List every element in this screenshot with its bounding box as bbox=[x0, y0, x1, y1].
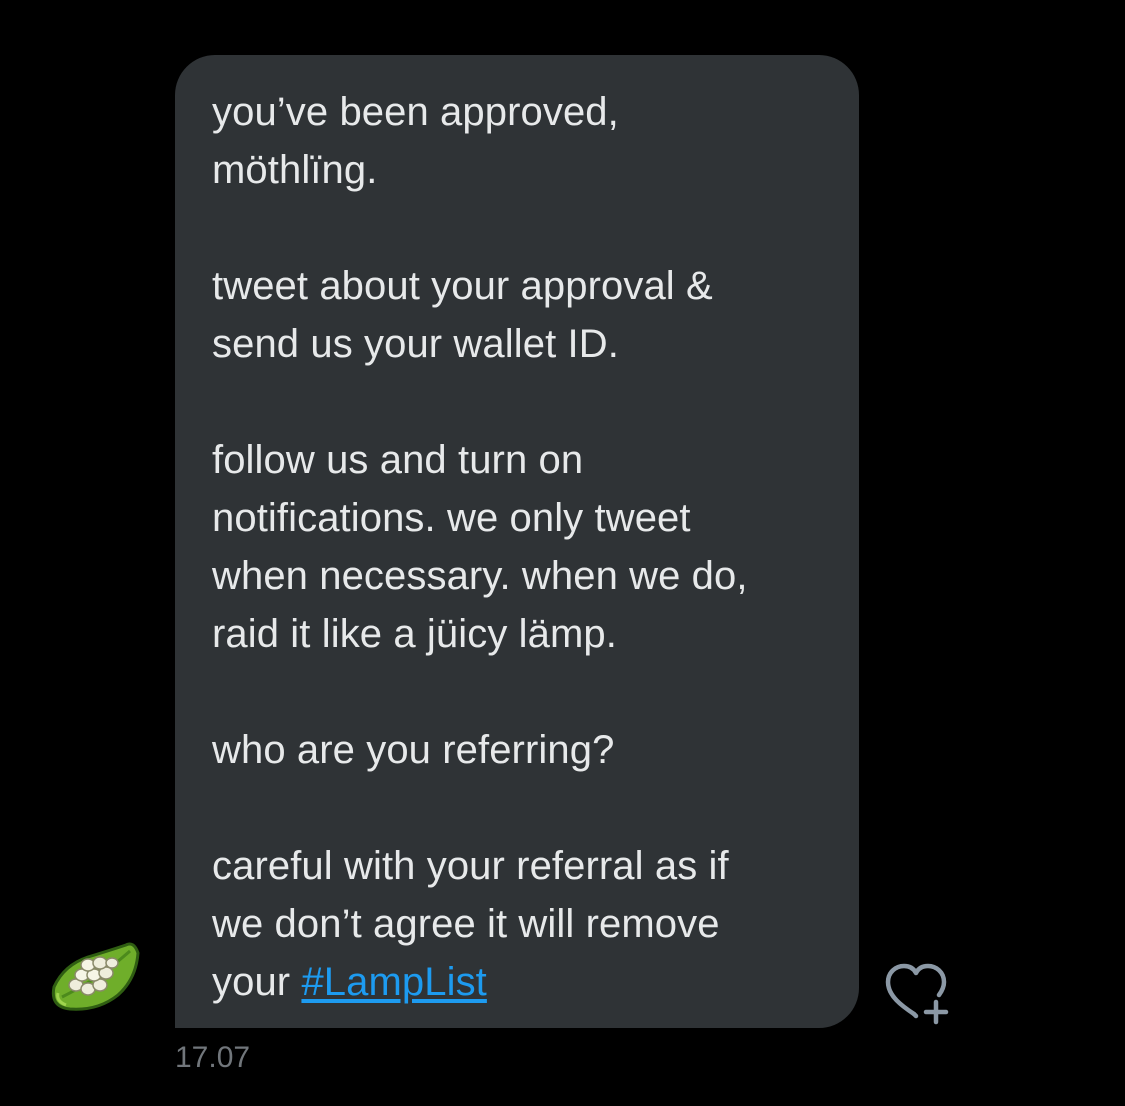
message-paragraph-1: you’ve been approved, möthlïng. bbox=[212, 90, 619, 192]
message-paragraph-3: follow us and turn on notifications. we … bbox=[212, 438, 748, 656]
message-bubble: you’ve been approved, möthlïng. tweet ab… bbox=[175, 55, 859, 1028]
hashtag-link[interactable]: #LampList bbox=[301, 960, 486, 1004]
add-reaction-button[interactable] bbox=[884, 960, 956, 1026]
heart-plus-icon bbox=[885, 963, 949, 1025]
lamp-avatar-svg bbox=[51, 942, 140, 1011]
message-paragraph-5: careful with your referral as if we don’… bbox=[212, 837, 829, 1011]
message-paragraph-4: who are you referring? bbox=[212, 728, 615, 772]
message-timestamp: 17.07 bbox=[175, 1041, 251, 1074]
lamp-avatar-icon[interactable] bbox=[48, 935, 140, 1015]
message-paragraph-2: tweet about your approval & send us your… bbox=[212, 264, 713, 366]
